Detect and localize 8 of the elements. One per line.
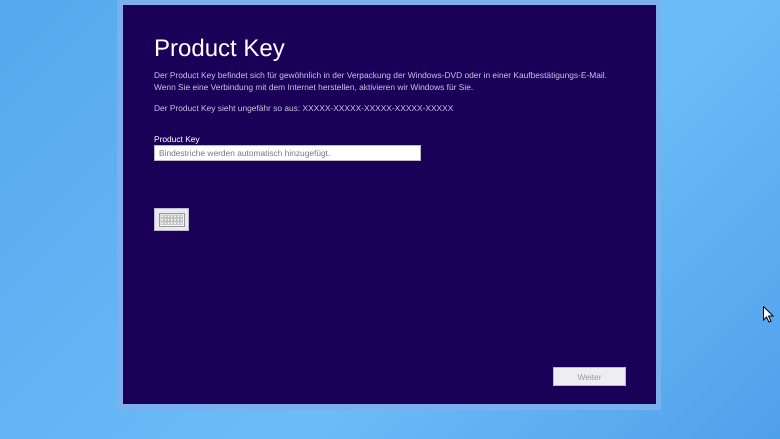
field-label: Product Key — [154, 134, 201, 144]
keyboard-button[interactable] — [154, 208, 189, 231]
mouse-pointer-icon — [763, 306, 774, 323]
keyboard-icon — [158, 212, 184, 226]
product-key-field[interactable]: Bindestriche werden automatisch hinzugefügt. — [154, 145, 421, 161]
description-text: Der Product Key befindet sich für gewöhnlich in der Verpackung der Windows-DVD oder in einer Kaufbestätigungs-E-Mail. Wenn Sie eine Verbindung mit dem Internet herstellen, aktivieren wir Windows für Sie. — [154, 69, 608, 93]
dialog-title: Product Key — [154, 35, 286, 63]
example-text: Der Product Key sieht ungefähr so aus: XXXXX-XXXXX-XXXXX-XXXXX-XXXXX — [154, 102, 454, 114]
